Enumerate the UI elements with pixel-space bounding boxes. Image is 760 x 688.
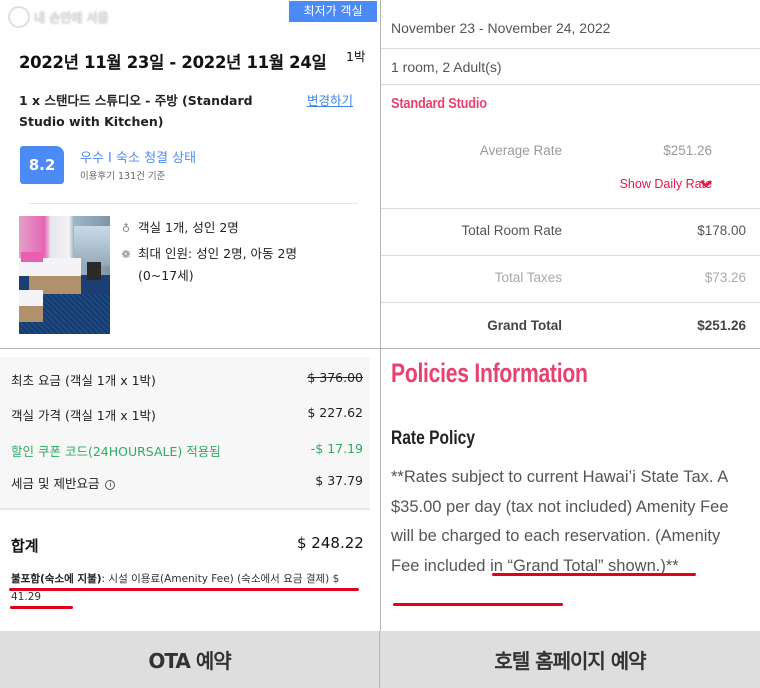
price-row-room: 객실 가격 (객실 1개 x 1박) $ 227.62 bbox=[11, 405, 363, 424]
price-row-taxes: 세금 및 제반요금 i $ 37.79 bbox=[11, 473, 363, 492]
divider bbox=[28, 203, 358, 204]
occupancy-text: 객실 1개, 성인 2명 bbox=[138, 220, 239, 235]
divider bbox=[381, 255, 760, 256]
comparison-footer: OTA 예약 호텔 홈페이지 예약 bbox=[0, 631, 760, 688]
price-value: -$ 17.19 bbox=[310, 441, 363, 456]
hotel-room-type: Standard Studio bbox=[391, 95, 487, 112]
vertical-divider bbox=[380, 0, 381, 688]
footer-label-ota: OTA 예약 bbox=[0, 631, 380, 688]
total-taxes-value: $73.26 bbox=[704, 270, 746, 285]
price-value: $ 227.62 bbox=[307, 405, 363, 420]
price-label: 최초 요금 (객실 1개 x 1박) bbox=[11, 373, 156, 388]
group-icon: ❁ bbox=[121, 248, 131, 261]
room-photo[interactable] bbox=[19, 216, 110, 334]
ota-nights: 1박 bbox=[346, 49, 366, 64]
highlight-underline bbox=[492, 573, 696, 576]
footer-label-hotel: 호텔 홈페이지 예약 bbox=[494, 649, 646, 673]
price-value: $ 376.00 bbox=[307, 370, 363, 385]
total-room-rate-value: $178.00 bbox=[697, 223, 746, 238]
change-room-link[interactable]: 변경하기 bbox=[307, 90, 353, 109]
max-guests-info: ❁ 최대 인원: 성인 2명, 아동 2명 (0~17세) bbox=[120, 243, 360, 286]
policy-text-end: ** bbox=[665, 556, 679, 575]
horizontal-divider bbox=[0, 348, 760, 349]
rate-policy-title: Rate Policy bbox=[391, 428, 475, 449]
grand-total-label: Grand Total bbox=[487, 318, 562, 333]
ota-total-value: $ 248.22 bbox=[297, 534, 364, 552]
max-guests-text: 최대 인원: 성인 2명, 아동 2명 bbox=[138, 246, 297, 261]
ota-date-range: 2022년 11월 23일 - 2022년 11월 24일 bbox=[19, 53, 327, 72]
rate-label: Average Rate bbox=[479, 143, 562, 158]
price-label: 객실 가격 (객실 1개 x 1박) bbox=[11, 408, 156, 423]
ota-room-name: 1 x 스탠다드 스튜디오 - 주방 (Standard Studio with… bbox=[19, 93, 253, 129]
hotel-room-guests: 1 room, 2 Adult(s) bbox=[391, 59, 502, 75]
highlight-underline bbox=[393, 603, 563, 606]
occupancy-info: ♁ 객실 1개, 성인 2명 bbox=[120, 217, 239, 239]
highlight-underline bbox=[10, 606, 73, 609]
price-label: 할인 쿠폰 코드(24HOURSALE) 적용됨 bbox=[11, 444, 221, 459]
ota-watermark: 내 손안에 서울 bbox=[8, 6, 109, 28]
total-taxes-label: Total Taxes bbox=[494, 270, 562, 285]
review-count: 이용후기 131건 기준 bbox=[80, 171, 166, 182]
watermark-text: 내 손안에 서울 bbox=[34, 10, 109, 25]
review-score-badge: 8.2 bbox=[20, 146, 64, 184]
policies-title: Policies Information bbox=[391, 358, 588, 388]
best-price-badge: 최저가 객실 bbox=[289, 1, 377, 22]
highlight-underline bbox=[9, 588, 359, 591]
divider bbox=[381, 84, 760, 85]
show-daily-rate-link[interactable]: Show Daily Rate bbox=[620, 177, 712, 191]
divider bbox=[381, 48, 760, 49]
review-score-title[interactable]: 우수 I 숙소 청결 상태 bbox=[80, 147, 196, 166]
divider bbox=[381, 208, 760, 209]
hotel-date-range: November 23 - November 24, 2022 bbox=[391, 20, 611, 36]
divider bbox=[381, 302, 760, 303]
rate-value: $251.26 bbox=[663, 143, 712, 158]
price-label: 세금 및 제반요금 bbox=[11, 476, 100, 491]
chevron-down-icon[interactable] bbox=[700, 179, 712, 189]
price-row-original: 최초 요금 (객실 1개 x 1박) $ 376.00 bbox=[11, 370, 363, 389]
max-guests-age: (0~17세) bbox=[138, 268, 194, 283]
ota-total-label: 합계 bbox=[11, 537, 39, 555]
price-row-coupon: 할인 쿠폰 코드(24HOURSALE) 적용됨 -$ 17.19 bbox=[11, 441, 363, 460]
price-value: $ 37.79 bbox=[315, 473, 363, 488]
excluded-label: 불포함(숙소에 지불) bbox=[11, 573, 102, 585]
grand-total-value: $251.26 bbox=[697, 318, 746, 333]
person-icon: ♁ bbox=[121, 222, 131, 235]
total-room-rate-label: Total Room Rate bbox=[461, 223, 562, 238]
seoul-logo-icon bbox=[8, 6, 30, 28]
info-icon[interactable]: i bbox=[105, 480, 116, 490]
rate-policy-text: **Rates subject to current Hawai’i State… bbox=[391, 463, 731, 581]
